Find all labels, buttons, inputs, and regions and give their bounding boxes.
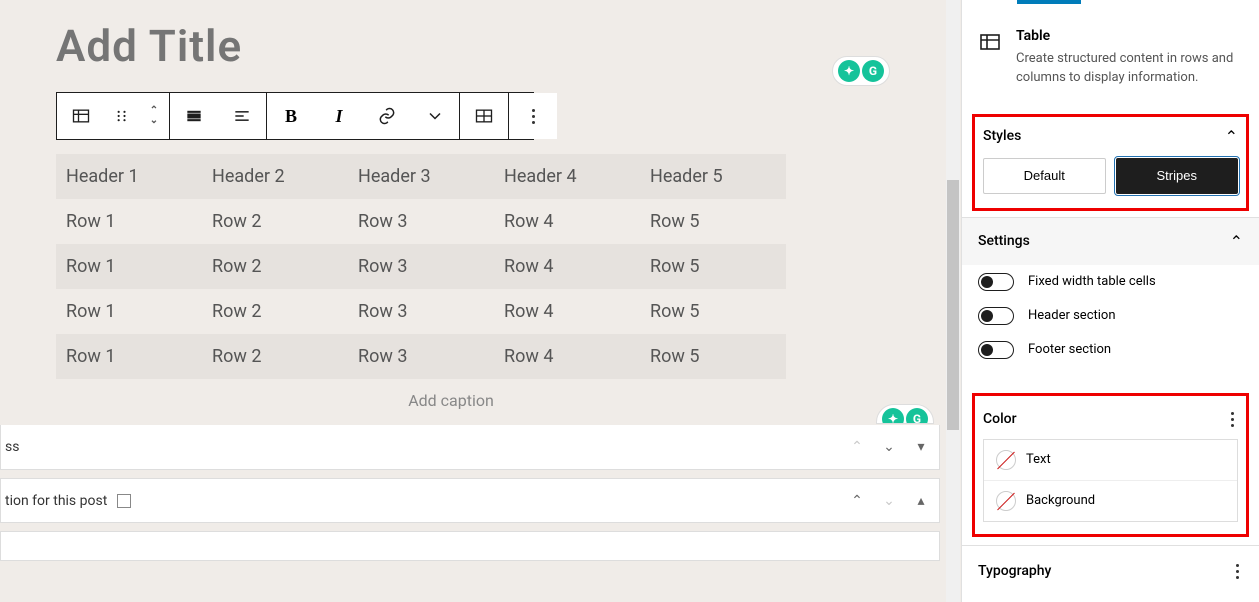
table-header-cell[interactable]: Header 5 (640, 154, 786, 199)
checkbox[interactable] (117, 494, 131, 508)
fixed-width-toggle[interactable] (978, 273, 1014, 291)
table-row[interactable]: Row 1Row 2Row 3Row 4Row 5 (56, 199, 786, 244)
metabox-label: ss (1, 439, 19, 455)
color-panel-highlight: Color Text Background (972, 393, 1249, 537)
grammarly-add-icon[interactable]: ✦ (882, 408, 904, 424)
edit-table-icon[interactable] (460, 93, 508, 139)
styles-panel-highlight: Styles ⌃ Default Stripes (972, 114, 1249, 211)
toggle-label: Footer section (1028, 342, 1111, 357)
panel-title: Settings (978, 233, 1030, 249)
editor-canvas: Add Title ⌃ ⌄ (0, 0, 940, 602)
align-icon[interactable] (170, 93, 218, 139)
link-button[interactable] (363, 93, 411, 139)
settings-panel: Settings ⌃ Fixed width table cells Heade… (962, 217, 1259, 385)
color-panel-toggle[interactable]: Color (975, 396, 1246, 439)
chevron-down-icon[interactable]: ⌄ (881, 439, 897, 455)
drag-handle-icon[interactable] (105, 93, 139, 139)
style-stripes-button[interactable]: Stripes (1116, 158, 1239, 194)
block-title: Table (1016, 28, 1243, 44)
block-mover[interactable]: ⌃ ⌄ (139, 93, 169, 139)
color-options-button[interactable] (1227, 408, 1238, 431)
panel-title: Styles (983, 128, 1021, 144)
italic-button[interactable]: I (315, 93, 363, 139)
table-icon (978, 30, 1002, 54)
color-swatch-none-icon (996, 450, 1016, 470)
color-label: Background (1026, 493, 1095, 508)
grammarly-status-icon[interactable]: G (906, 408, 928, 424)
color-label: Text (1026, 452, 1051, 467)
chevron-up-icon: ⌃ (1230, 232, 1243, 251)
text-color-button[interactable]: Text (984, 440, 1237, 481)
table-caption-input[interactable]: Add caption (56, 383, 846, 418)
color-swatch-none-icon (996, 491, 1016, 511)
bold-button[interactable]: B (267, 93, 315, 139)
style-default-button[interactable]: Default (983, 158, 1106, 194)
typography-panel: Typography (962, 545, 1259, 597)
grammarly-widget[interactable]: ✦ G (832, 56, 890, 86)
table-row[interactable]: Row 1Row 2Row 3Row 4Row 5 (56, 334, 786, 379)
chevron-down-icon[interactable]: ⌄ (881, 493, 897, 509)
toggle-label: Fixed width table cells (1028, 274, 1156, 289)
header-section-toggle[interactable] (978, 307, 1014, 325)
table-header-cell[interactable]: Header 4 (494, 154, 640, 199)
more-rich-text-icon[interactable] (411, 93, 459, 139)
scrollbar[interactable] (946, 0, 960, 602)
triangle-up-icon[interactable]: ▴ (913, 493, 929, 509)
grammarly-widget[interactable]: ✦ G (876, 404, 934, 424)
styles-panel-toggle[interactable]: Styles ⌃ (975, 117, 1246, 152)
background-color-button[interactable]: Background (984, 481, 1237, 521)
table-row[interactable]: Row 1Row 2Row 3Row 4Row 5 (56, 244, 786, 289)
table-header-cell[interactable]: Header 1 (56, 154, 202, 199)
metabox-row[interactable] (0, 531, 940, 561)
grammarly-status-icon[interactable]: G (862, 60, 884, 82)
settings-sidebar: Table Create structured content in rows … (961, 0, 1259, 602)
typography-panel-toggle[interactable]: Typography (962, 546, 1259, 597)
footer-section-toggle[interactable] (978, 341, 1014, 359)
options-button[interactable] (509, 93, 557, 139)
typography-options-button[interactable] (1232, 560, 1243, 583)
panel-title: Typography (978, 563, 1051, 579)
metabox-row[interactable]: ss ⌃ ⌄ ▾ (0, 425, 940, 470)
post-title-input[interactable]: Add Title (56, 20, 846, 72)
block-description: Create structured content in rows and co… (1016, 50, 1243, 88)
grammarly-add-icon[interactable]: ✦ (838, 60, 860, 82)
toggle-label: Header section (1028, 308, 1116, 323)
active-tab-indicator (1017, 0, 1081, 4)
block-type-table-icon[interactable] (57, 93, 105, 139)
table-header-cell[interactable]: Header 2 (202, 154, 348, 199)
block-toolbar: ⌃ ⌄ B I (56, 92, 534, 140)
metabox-label: tion for this post (1, 493, 131, 509)
table-header-cell[interactable]: Header 3 (348, 154, 494, 199)
panel-title: Color (983, 411, 1017, 427)
chevron-up-icon[interactable]: ⌃ (849, 493, 865, 509)
table-row[interactable]: Row 1Row 2Row 3Row 4Row 5 (56, 289, 786, 334)
table-block[interactable]: Header 1 Header 2 Header 3 Header 4 Head… (56, 154, 786, 379)
metabox-row[interactable]: tion for this post ⌃ ⌄ ▴ (0, 478, 940, 523)
table-header-row[interactable]: Header 1 Header 2 Header 3 Header 4 Head… (56, 154, 786, 199)
chevron-up-icon: ⌃ (1225, 127, 1238, 146)
settings-panel-toggle[interactable]: Settings ⌃ (962, 218, 1259, 265)
move-down-icon[interactable]: ⌄ (150, 116, 158, 126)
triangle-down-icon[interactable]: ▾ (913, 439, 929, 455)
text-align-icon[interactable] (218, 93, 266, 139)
block-card: Table Create structured content in rows … (962, 0, 1259, 108)
chevron-up-icon[interactable]: ⌃ (849, 439, 865, 455)
